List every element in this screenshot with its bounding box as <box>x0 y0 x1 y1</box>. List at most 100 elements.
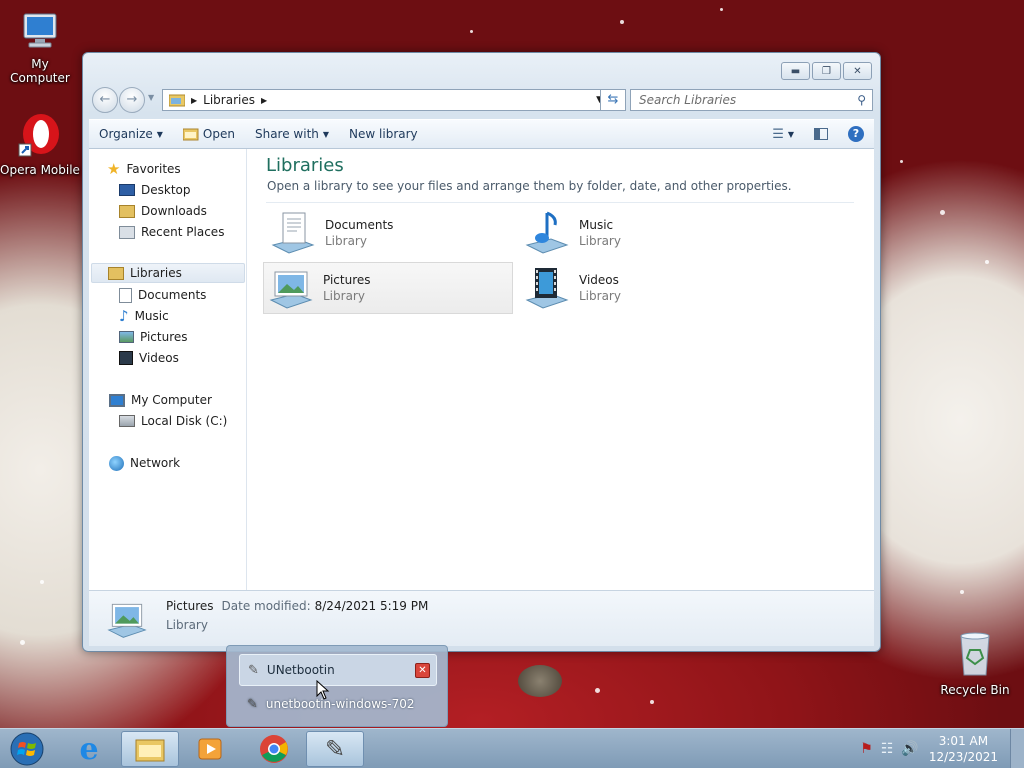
search-placeholder: Search Libraries <box>639 93 737 107</box>
nav-label: Pictures <box>140 330 188 344</box>
snowflake <box>620 20 624 24</box>
taskbar-unetbootin[interactable]: ✎ <box>306 731 364 767</box>
library-tile-videos[interactable]: Videos Library <box>520 262 770 314</box>
taskbar-windows-explorer[interactable] <box>121 731 179 767</box>
nav-label: Favorites <box>126 162 181 176</box>
nav-favorites[interactable]: ★ Favorites <box>107 159 181 179</box>
maximize-button[interactable]: ❐ <box>812 62 841 80</box>
library-type: Library <box>579 289 621 303</box>
desktop-icon-my-computer[interactable]: My Computer <box>0 10 80 85</box>
close-button[interactable]: ✕ <box>843 62 872 80</box>
videos-library-icon <box>525 268 569 309</box>
breadcrumb-arrow-icon[interactable]: ▶ <box>261 96 267 105</box>
nav-label: Videos <box>139 351 179 365</box>
open-button[interactable]: Open <box>173 120 245 148</box>
close-icon: ✕ <box>418 665 427 676</box>
clock-time: 3:01 AM <box>938 734 989 748</box>
details-pane: Pictures Date modified: 8/24/2021 5:19 P… <box>89 591 874 646</box>
libraries-view: Libraries Open a library to see your fil… <box>248 149 874 590</box>
snowflake <box>960 590 964 594</box>
preview-pane-icon <box>814 128 828 140</box>
search-icon[interactable]: ⚲ <box>857 93 866 107</box>
thumbnail-item-unetbootin[interactable]: ✎ UNetbootin ✕ <box>239 654 437 686</box>
computer-icon <box>0 10 80 55</box>
nav-desktop[interactable]: Desktop <box>119 180 191 200</box>
desktop-icon-recycle-bin[interactable]: Recycle Bin <box>935 630 1015 697</box>
nav-local-disk[interactable]: Local Disk (C:) <box>119 411 227 431</box>
help-button[interactable]: ? <box>838 120 874 148</box>
thumbnail-item-unetbootin-windows[interactable]: ✎ unetbootin-windows-702 <box>239 688 437 720</box>
libraries-icon <box>108 266 124 280</box>
unetbootin-icon: ✎ <box>324 735 346 763</box>
share-with-menu[interactable]: Share with ▼ <box>245 120 339 148</box>
windows-logo-icon <box>10 732 44 766</box>
taskbar-media-player[interactable] <box>182 731 240 767</box>
drive-icon <box>119 415 135 427</box>
downloads-folder-icon <box>119 204 135 218</box>
start-button[interactable] <box>0 731 54 767</box>
minimize-button[interactable]: ▬ <box>781 62 810 80</box>
nav-label: Music <box>134 309 169 323</box>
clock[interactable]: 3:01 AM 12/23/2021 <box>929 733 998 765</box>
library-folder-icon <box>169 94 185 107</box>
chrome-icon <box>260 735 288 763</box>
forward-button[interactable]: → <box>119 87 145 113</box>
search-input[interactable]: Search Libraries ⚲ <box>630 89 873 111</box>
address-bar[interactable]: ▶ Libraries ▶ ▼ <box>162 89 610 111</box>
nav-downloads[interactable]: Downloads <box>119 201 207 221</box>
nav-label: Downloads <box>141 204 207 218</box>
maximize-icon: ❐ <box>822 65 831 77</box>
taskbar-internet-explorer[interactable]: e <box>60 731 118 767</box>
library-tile-music[interactable]: Music Library <box>520 207 770 259</box>
pictures-icon <box>119 331 134 343</box>
close-button[interactable]: ✕ <box>415 663 430 678</box>
taskbar: e ✎ ⚑ ☷ 🔊 3:01 AM 12/23/2021 <box>0 728 1024 768</box>
library-name: Music <box>579 218 614 232</box>
action-center-icon[interactable]: ⚑ <box>860 741 873 757</box>
snowflake <box>650 700 654 704</box>
refresh-button[interactable]: ⇆ <box>600 89 626 111</box>
nav-libraries[interactable]: Libraries <box>91 263 245 283</box>
coat-button-decor <box>518 665 562 697</box>
library-name: Documents <box>325 218 394 232</box>
show-desktop-button[interactable] <box>1010 729 1024 768</box>
preview-pane-button[interactable] <box>804 120 838 148</box>
chevron-down-icon: ▼ <box>322 129 330 139</box>
details-date-value: 8/24/2021 5:19 PM <box>314 599 429 613</box>
snowflake <box>595 688 600 693</box>
back-button[interactable]: ← <box>92 87 118 113</box>
volume-icon[interactable]: 🔊 <box>901 741 918 757</box>
nav-music[interactable]: ♪ Music <box>119 306 169 326</box>
nav-recent-places[interactable]: Recent Places <box>119 222 224 242</box>
snowflake <box>940 210 945 215</box>
new-library-button[interactable]: New library <box>339 120 428 148</box>
desktop-icon-opera-mobile[interactable]: Opera Mobile <box>0 112 80 177</box>
nav-videos[interactable]: Videos <box>119 348 179 368</box>
recent-pages-dropdown-icon[interactable]: ▼ <box>148 93 154 102</box>
network-icon[interactable]: ☷ <box>881 741 894 757</box>
taskbar-chrome[interactable] <box>245 731 303 767</box>
videos-icon <box>119 351 133 365</box>
library-tile-documents[interactable]: Documents Library <box>266 207 516 259</box>
taskbar-thumbnail-popup: ✎ UNetbootin ✕ ✎ unetbootin-windows-702 <box>226 645 448 727</box>
details-item-type: Library <box>166 618 208 632</box>
mouse-cursor-icon <box>316 680 330 700</box>
nav-my-computer[interactable]: My Computer <box>109 390 212 410</box>
music-note-icon: ♪ <box>119 307 129 325</box>
library-tile-pictures[interactable]: Pictures Library <box>263 262 513 314</box>
snowflake <box>470 30 473 33</box>
nav-pictures[interactable]: Pictures <box>119 327 188 347</box>
nav-documents[interactable]: Documents <box>119 285 206 305</box>
nav-network[interactable]: Network <box>109 453 180 473</box>
nav-label: Documents <box>138 288 207 302</box>
organize-menu[interactable]: Organize ▼ <box>89 120 173 148</box>
breadcrumb-libraries[interactable]: Libraries <box>203 93 255 107</box>
folder-icon <box>135 739 165 762</box>
change-view-button[interactable]: ☰ ▼ <box>762 120 804 148</box>
details-date-label: Date modified: <box>221 599 311 613</box>
desktop-icon-label: My Computer <box>10 57 70 85</box>
chevron-down-icon: ▼ <box>787 129 794 139</box>
explorer-window[interactable]: ▬ ❐ ✕ ← → ▼ ▶ Libraries ▶ ▼ ⇆ <box>82 52 881 652</box>
breadcrumb-arrow-icon[interactable]: ▶ <box>191 96 197 105</box>
library-name: Videos <box>579 273 619 287</box>
